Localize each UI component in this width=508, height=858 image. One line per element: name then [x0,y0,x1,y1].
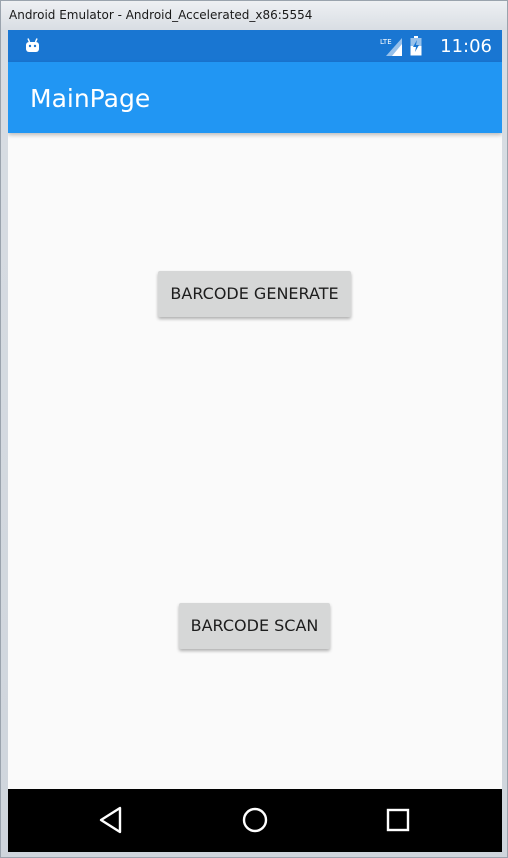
app-bar: MainPage [8,62,502,133]
page-title: MainPage [30,84,151,113]
android-notification-icon [26,38,39,52]
status-bar: LTE 11:06 [8,30,502,62]
status-icons: LTE 11:06 [380,30,492,62]
status-clock: 11:06 [440,35,492,57]
window-titlebar[interactable]: Android Emulator - Android_Accelerated_x… [1,1,507,30]
barcode-scan-button[interactable]: BARCODE SCAN [179,603,330,649]
lte-signal-icon: LTE [380,38,403,56]
window-title: Android Emulator - Android_Accelerated_x… [9,8,313,22]
device-screen: LTE 11:06 MainPage BARCODE GENERATE BARC… [8,30,502,852]
barcode-generate-button[interactable]: BARCODE GENERATE [158,271,351,317]
navigation-bar [8,789,502,852]
main-content: BARCODE GENERATE BARCODE SCAN [8,133,502,789]
battery-charging-icon [410,36,422,56]
svg-text:LTE: LTE [380,38,392,46]
back-icon[interactable] [94,803,128,837]
home-icon[interactable] [238,803,272,837]
recents-icon[interactable] [381,803,415,837]
emulator-window: Android Emulator - Android_Accelerated_x… [0,0,508,858]
